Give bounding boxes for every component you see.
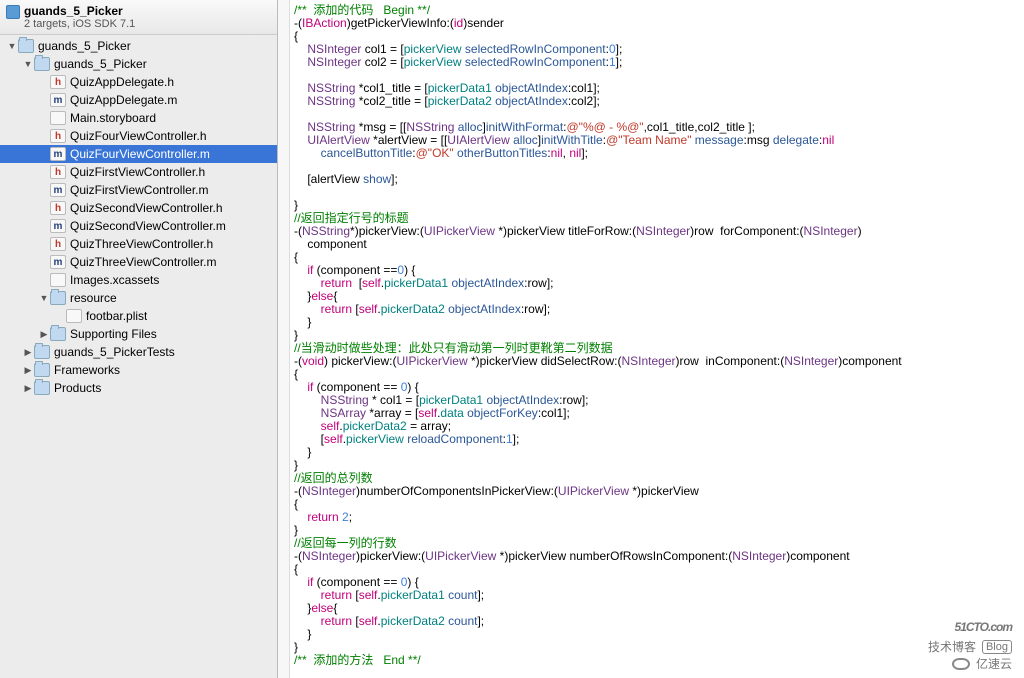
- tree-item-label: QuizFirstViewController.h: [70, 165, 205, 179]
- file-icon: [50, 273, 66, 287]
- project-subtitle: 2 targets, iOS SDK 7.1: [24, 18, 269, 30]
- tree-item[interactable]: resource: [0, 289, 277, 307]
- project-navigator[interactable]: guands_5_Picker 2 targets, iOS SDK 7.1 g…: [0, 0, 278, 678]
- disclosure-arrow-icon[interactable]: [38, 293, 50, 303]
- tree-item-label: Images.xcassets: [70, 273, 159, 287]
- tree-item[interactable]: footbar.plist: [0, 307, 277, 325]
- disclosure-arrow-icon[interactable]: [38, 329, 50, 340]
- tree-item-label: QuizAppDelegate.h: [70, 75, 174, 89]
- code-content[interactable]: /** 添加的代码 Begin **/-(IBAction)getPickerV…: [290, 0, 1024, 678]
- tree-item[interactable]: Frameworks: [0, 361, 277, 379]
- tree-item[interactable]: m QuizSecondViewController.m: [0, 217, 277, 235]
- tree-item[interactable]: Images.xcassets: [0, 271, 277, 289]
- tree-item[interactable]: m QuizAppDelegate.m: [0, 91, 277, 109]
- tree-item-label: QuizAppDelegate.m: [70, 93, 177, 107]
- tree-item-label: guands_5_PickerTests: [54, 345, 175, 359]
- file-icon: m: [50, 183, 66, 197]
- tree-item-label: Supporting Files: [70, 327, 157, 341]
- file-icon: h: [50, 237, 66, 251]
- tree-item-label: QuizThreeViewController.m: [70, 255, 217, 269]
- tree-item-label: guands_5_Picker: [38, 39, 131, 53]
- tree-item-label: QuizThreeViewController.h: [70, 237, 213, 251]
- disclosure-arrow-icon[interactable]: [22, 365, 34, 376]
- tree-item-label: QuizFirstViewController.m: [70, 183, 208, 197]
- file-tree[interactable]: guands_5_Picker guands_5_Pickerh QuizAppDe…: [0, 35, 277, 399]
- tree-item[interactable]: h QuizThreeViewController.h: [0, 235, 277, 253]
- tree-item-label: footbar.plist: [86, 309, 147, 323]
- tree-item[interactable]: guands_5_Picker: [0, 37, 277, 55]
- disclosure-arrow-icon[interactable]: [22, 347, 34, 358]
- tree-item[interactable]: Products: [0, 379, 277, 397]
- source-editor[interactable]: /** 添加的代码 Begin **/-(IBAction)getPickerV…: [278, 0, 1024, 678]
- project-header[interactable]: guands_5_Picker 2 targets, iOS SDK 7.1: [0, 0, 277, 35]
- tree-item[interactable]: h QuizAppDelegate.h: [0, 73, 277, 91]
- file-icon: h: [50, 129, 66, 143]
- file-icon: [66, 309, 82, 323]
- file-icon: [34, 345, 50, 359]
- file-icon: [34, 381, 50, 395]
- file-icon: [50, 111, 66, 125]
- tree-item[interactable]: Main.storyboard: [0, 109, 277, 127]
- tree-item-label: QuizFourViewController.h: [70, 129, 207, 143]
- tree-item[interactable]: m QuizFirstViewController.m: [0, 181, 277, 199]
- xcode-project-icon: [6, 5, 20, 19]
- file-icon: [34, 57, 50, 71]
- file-icon: m: [50, 93, 66, 107]
- tree-item[interactable]: h QuizSecondViewController.h: [0, 199, 277, 217]
- file-icon: [34, 363, 50, 377]
- tree-item-label: Products: [54, 381, 101, 395]
- file-icon: m: [50, 255, 66, 269]
- file-icon: m: [50, 219, 66, 233]
- disclosure-arrow-icon[interactable]: [6, 41, 18, 51]
- tree-item[interactable]: h QuizFirstViewController.h: [0, 163, 277, 181]
- disclosure-arrow-icon[interactable]: [22, 383, 34, 394]
- tree-item-label: QuizSecondViewController.h: [70, 201, 223, 215]
- tree-item[interactable]: guands_5_PickerTests: [0, 343, 277, 361]
- file-icon: h: [50, 201, 66, 215]
- tree-item-label: guands_5_Picker: [54, 57, 147, 71]
- file-icon: h: [50, 165, 66, 179]
- tree-item[interactable]: Supporting Files: [0, 325, 277, 343]
- file-icon: [50, 327, 66, 341]
- tree-item[interactable]: m QuizFourViewController.m: [0, 145, 277, 163]
- tree-item-label: QuizSecondViewController.m: [70, 219, 226, 233]
- tree-item-label: Frameworks: [54, 363, 120, 377]
- file-icon: [18, 39, 34, 53]
- file-icon: [50, 291, 66, 305]
- disclosure-arrow-icon[interactable]: [22, 59, 34, 69]
- tree-item-label: QuizFourViewController.m: [70, 147, 210, 161]
- tree-item-label: resource: [70, 291, 117, 305]
- tree-item[interactable]: guands_5_Picker: [0, 55, 277, 73]
- gutter: [278, 0, 290, 678]
- tree-item-label: Main.storyboard: [70, 111, 156, 125]
- file-icon: h: [50, 75, 66, 89]
- tree-item[interactable]: h QuizFourViewController.h: [0, 127, 277, 145]
- project-title: guands_5_Picker: [24, 4, 269, 18]
- tree-item[interactable]: m QuizThreeViewController.m: [0, 253, 277, 271]
- file-icon: m: [50, 147, 66, 161]
